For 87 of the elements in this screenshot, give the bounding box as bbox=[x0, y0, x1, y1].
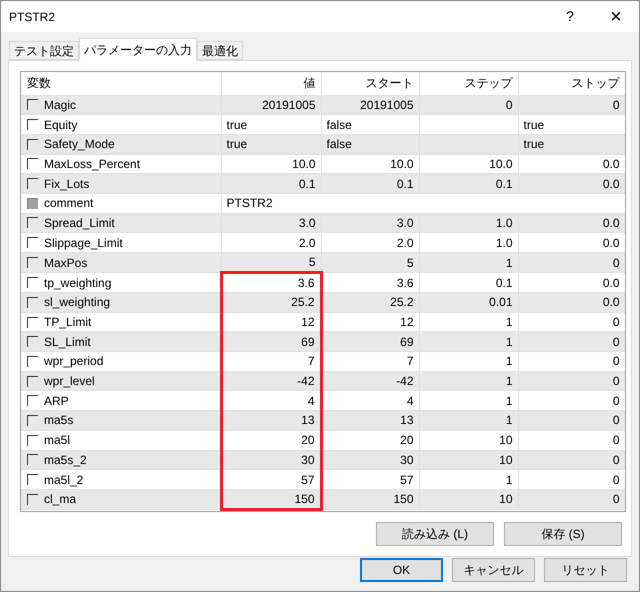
checkbox[interactable] bbox=[27, 217, 38, 228]
parameter-name: ma5l_2 bbox=[44, 474, 84, 486]
checkbox[interactable] bbox=[27, 454, 38, 466]
table-cell[interactable]: true bbox=[221, 134, 321, 154]
checkbox[interactable] bbox=[27, 494, 38, 505]
table-cell[interactable]: 5 bbox=[221, 252, 321, 272]
parameter-name: wpr_level bbox=[44, 375, 95, 388]
checkbox[interactable] bbox=[27, 138, 38, 150]
table-cell[interactable]: 0.1 bbox=[419, 174, 518, 194]
column-header[interactable]: ストップ bbox=[518, 72, 625, 95]
checkbox[interactable] bbox=[27, 158, 38, 170]
table-cell[interactable]: 0 bbox=[518, 352, 625, 372]
checkbox[interactable] bbox=[27, 336, 38, 348]
table-cell[interactable]: true bbox=[221, 114, 321, 134]
parameter-name: ma5s bbox=[44, 414, 74, 426]
parameter-name: SL_Limit bbox=[44, 336, 91, 348]
checkbox[interactable] bbox=[27, 376, 38, 387]
checkbox[interactable] bbox=[27, 99, 38, 110]
parameter-name: comment bbox=[44, 197, 94, 210]
table-cell[interactable]: 7 bbox=[321, 352, 419, 372]
table-cell[interactable]: 13 bbox=[321, 410, 419, 430]
checkbox[interactable] bbox=[27, 434, 38, 446]
dialog-button[interactable]: リセット bbox=[544, 558, 627, 582]
column-header[interactable]: スタート bbox=[321, 72, 419, 95]
table-cell[interactable]: 25.2 bbox=[321, 292, 419, 312]
checkbox[interactable] bbox=[27, 316, 38, 328]
tab[interactable]: パラメーターの入力 bbox=[79, 38, 197, 61]
column-header[interactable]: 変数 bbox=[21, 72, 221, 95]
checkbox[interactable] bbox=[27, 237, 38, 248]
parameter-name: cl_ma bbox=[44, 493, 76, 506]
table-cell[interactable]: 1 bbox=[419, 352, 518, 372]
checkbox[interactable] bbox=[27, 257, 38, 268]
checkbox[interactable] bbox=[27, 277, 38, 288]
panel-button[interactable]: 保存 (S) bbox=[504, 522, 622, 546]
table-cell[interactable]: 1 bbox=[419, 410, 518, 430]
parameter-name: Safety_Mode bbox=[44, 138, 115, 150]
parameter-name: Magic bbox=[44, 98, 76, 111]
checkbox[interactable] bbox=[27, 395, 38, 406]
parameter-name: TP_Limit bbox=[44, 316, 92, 328]
table-cell[interactable]: 57 bbox=[321, 470, 419, 490]
parameter-name: Slippage_Limit bbox=[44, 236, 123, 249]
dialog-button[interactable]: キャンセル bbox=[452, 558, 535, 582]
checkbox[interactable] bbox=[27, 356, 38, 367]
column-header[interactable]: 値 bbox=[221, 72, 321, 95]
table-cell[interactable]: true bbox=[518, 114, 625, 134]
table-cell[interactable]: 0.01 bbox=[419, 292, 518, 312]
table-cell[interactable]: 150 bbox=[321, 489, 419, 510]
checkbox[interactable] bbox=[27, 178, 38, 190]
parameter-name: sl_weighting bbox=[44, 296, 110, 308]
window-title: PTSTR2 bbox=[9, 8, 56, 26]
table-cell[interactable]: 10 bbox=[419, 489, 518, 510]
parameter-name: ARP bbox=[44, 394, 69, 407]
table-cell[interactable]: false bbox=[321, 134, 419, 154]
checkbox[interactable] bbox=[27, 296, 38, 308]
table-cell[interactable]: 0 bbox=[518, 410, 625, 430]
parameter-name: Equity bbox=[44, 118, 78, 131]
parameter-name: MaxLoss_Percent bbox=[44, 158, 140, 170]
parameter-name: MaxPos bbox=[44, 256, 88, 268]
tab[interactable]: テスト設定 bbox=[9, 41, 79, 60]
parameter-name: ma5l bbox=[44, 434, 70, 446]
table-cell[interactable]: 0.1 bbox=[321, 174, 419, 194]
table-cell[interactable]: 0 bbox=[518, 470, 625, 490]
tab[interactable]: 最適化 bbox=[197, 41, 243, 60]
parameter-name: tp_weighting bbox=[44, 276, 112, 288]
parameter-name: wpr_period bbox=[44, 355, 104, 368]
table-cell[interactable]: 0.0 bbox=[518, 174, 625, 194]
dialog-button[interactable]: OK bbox=[360, 558, 443, 582]
table-cell[interactable]: 20 bbox=[321, 430, 419, 450]
table-cell[interactable]: 0.0 bbox=[518, 292, 625, 312]
table-cell[interactable]: 0 bbox=[518, 489, 625, 510]
table-cell[interactable]: 0.1 bbox=[221, 174, 321, 194]
checkbox[interactable] bbox=[27, 119, 38, 130]
table-cell[interactable]: 10 bbox=[419, 430, 518, 450]
help-button[interactable]: ? bbox=[547, 1, 593, 32]
parameter-name: Spread_Limit bbox=[44, 216, 115, 229]
parameter-name: ma5s_2 bbox=[44, 454, 87, 466]
parameter-name: Fix_Lots bbox=[44, 178, 90, 190]
table-cell[interactable]: 1 bbox=[419, 470, 518, 490]
column-header[interactable]: ステップ bbox=[419, 72, 518, 95]
checkbox[interactable] bbox=[27, 414, 38, 426]
table-cell[interactable]: 0 bbox=[518, 430, 625, 450]
checkbox[interactable] bbox=[27, 474, 38, 486]
table-cell[interactable]: true bbox=[518, 134, 625, 154]
panel-button[interactable]: 読み込み (L) bbox=[376, 522, 494, 546]
close-button[interactable]: × bbox=[593, 1, 639, 32]
table-cell[interactable]: false bbox=[321, 114, 419, 134]
table-cell[interactable]: 150 bbox=[221, 489, 321, 510]
